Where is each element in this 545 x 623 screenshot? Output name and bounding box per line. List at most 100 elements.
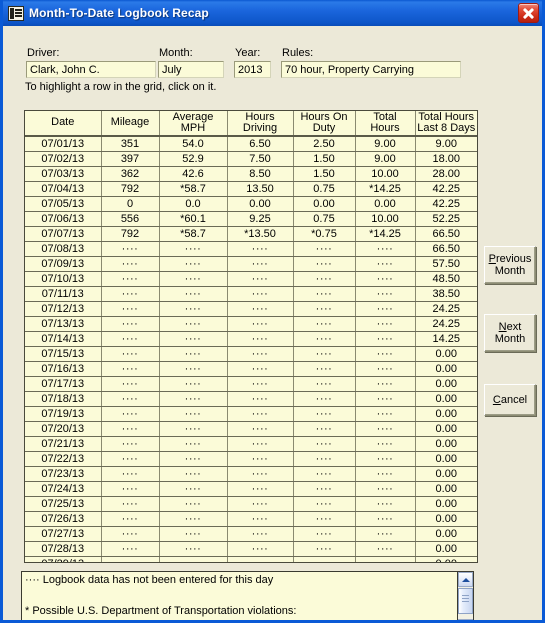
table-cell: ···· xyxy=(355,556,416,562)
table-row[interactable]: 07/03/13 362 42.6 8.50 1.50 10.00 28.00 xyxy=(25,166,477,182)
table-cell: ···· xyxy=(227,346,294,362)
table-cell: 66.50 xyxy=(415,241,477,257)
scroll-down-icon[interactable] xyxy=(458,619,473,620)
table-cell: 0.75 xyxy=(293,181,356,197)
table-cell: ···· xyxy=(355,391,416,407)
table-row[interactable]: 07/10/13 ···· ···· ···· ···· ···· 48.50 xyxy=(25,271,477,287)
table-row[interactable]: 07/14/13 ···· ···· ···· ···· ···· 14.25 xyxy=(25,331,477,347)
table-cell: ···· xyxy=(293,271,356,287)
table-cell: 1.50 xyxy=(293,151,356,167)
table-cell: ···· xyxy=(227,301,294,317)
table-row[interactable]: 07/01/13 351 54.0 6.50 2.50 9.00 9.00 xyxy=(25,136,477,152)
table-cell: ···· xyxy=(159,526,228,542)
table-cell: ···· xyxy=(159,301,228,317)
table-cell: ···· xyxy=(293,511,356,527)
month-label: Month: xyxy=(159,47,193,59)
table-cell: ···· xyxy=(101,511,160,527)
cancel-button[interactable]: Cancel xyxy=(484,384,536,416)
table-row[interactable]: 07/19/13 ···· ···· ···· ···· ···· 0.00 xyxy=(25,406,477,422)
table-cell: 42.25 xyxy=(415,196,477,212)
table-row[interactable]: 07/28/13 ···· ···· ···· ···· ···· 0.00 xyxy=(25,541,477,557)
table-cell: ···· xyxy=(227,241,294,257)
table-row[interactable]: 07/05/13 0 0.0 0.00 0.00 0.00 42.25 xyxy=(25,196,477,212)
table-cell: 07/18/13 xyxy=(25,391,102,407)
next-month-button[interactable]: Next Month xyxy=(484,314,536,352)
cancel-button-label: Cancel xyxy=(492,394,528,406)
table-cell: ···· xyxy=(101,271,160,287)
table-cell: ···· xyxy=(293,526,356,542)
table-cell: 07/25/13 xyxy=(25,496,102,512)
table-cell: ···· xyxy=(355,256,416,272)
notes-panel[interactable]: ···· Logbook data has not been entered f… xyxy=(21,571,474,620)
table-cell: 07/11/13 xyxy=(25,286,102,302)
table-row[interactable]: 07/02/13 397 52.9 7.50 1.50 9.00 18.00 xyxy=(25,151,477,167)
table-cell: ···· xyxy=(293,496,356,512)
table-cell: ···· xyxy=(159,256,228,272)
year-field[interactable]: 2013 xyxy=(234,61,271,78)
table-cell: ···· xyxy=(293,556,356,562)
logbook-icon xyxy=(8,5,24,21)
scroll-up-icon[interactable] xyxy=(458,572,473,587)
table-cell: ···· xyxy=(227,271,294,287)
table-row[interactable]: 07/27/13 ···· ···· ···· ···· ···· 0.00 xyxy=(25,526,477,542)
table-row[interactable]: 07/04/13 792 *58.7 13.50 0.75 *14.25 42.25 xyxy=(25,181,477,197)
table-row[interactable]: 07/09/13 ···· ···· ···· ···· ···· 57.50 xyxy=(25,256,477,272)
table-cell: ···· xyxy=(159,511,228,527)
table-cell: ···· xyxy=(227,316,294,332)
table-cell: 13.50 xyxy=(227,181,294,197)
table-cell: 0.00 xyxy=(415,496,477,512)
table-cell: 07/12/13 xyxy=(25,301,102,317)
dialog-client-area: Driver: Clark, John C. Month: July Year:… xyxy=(3,26,542,620)
table-cell: 28.00 xyxy=(415,166,477,182)
table-row[interactable]: 07/17/13 ···· ···· ···· ···· ···· 0.00 xyxy=(25,376,477,392)
table-row[interactable]: 07/11/13 ···· ···· ···· ···· ···· 38.50 xyxy=(25,286,477,302)
scrollbar-thumb[interactable] xyxy=(458,588,473,614)
table-row[interactable]: 07/26/13 ···· ···· ···· ···· ···· 0.00 xyxy=(25,511,477,527)
table-row[interactable]: 07/07/13 792 *58.7 *13.50 *0.75 *14.25 66.50 xyxy=(25,226,477,242)
table-cell: ···· xyxy=(293,376,356,392)
table-cell: 52.9 xyxy=(159,151,228,167)
table-row[interactable]: 07/18/13 ···· ···· ···· ···· ···· 0.00 xyxy=(25,391,477,407)
table-cell: 07/24/13 xyxy=(25,481,102,497)
driver-field[interactable]: Clark, John C. xyxy=(26,61,156,78)
table-cell: 0.00 xyxy=(415,466,477,482)
table-row[interactable]: 07/25/13 ···· ···· ···· ···· ···· 0.00 xyxy=(25,496,477,512)
previous-month-button[interactable]: Previous Month xyxy=(484,246,536,284)
rules-field[interactable]: 70 hour, Property Carrying xyxy=(281,61,461,78)
table-cell: 14.25 xyxy=(415,331,477,347)
table-row[interactable]: 07/06/13 556 *60.1 9.25 0.75 10.00 52.25 xyxy=(25,211,477,227)
table-cell: 07/19/13 xyxy=(25,406,102,422)
table-cell: ···· xyxy=(227,466,294,482)
table-row[interactable]: 07/21/13 ···· ···· ···· ···· ···· 0.00 xyxy=(25,436,477,452)
table-row[interactable]: 07/22/13 ···· ···· ···· ···· ···· 0.00 xyxy=(25,451,477,467)
table-cell: 07/09/13 xyxy=(25,256,102,272)
table-cell: 42.6 xyxy=(159,166,228,182)
table-row[interactable]: 07/15/13 ···· ···· ···· ···· ···· 0.00 xyxy=(25,346,477,362)
table-cell: 0.00 xyxy=(415,556,477,562)
table-cell: 0.00 xyxy=(415,391,477,407)
grid-body: 07/01/13 351 54.0 6.50 2.50 9.00 9.00 07/02/13 3… xyxy=(25,136,477,562)
table-row[interactable]: 07/20/13 ···· ···· ···· ···· ···· 0.00 xyxy=(25,421,477,437)
table-cell: ···· xyxy=(227,496,294,512)
table-cell: 0.00 xyxy=(293,196,356,212)
table-cell: ···· xyxy=(227,406,294,422)
table-cell: ···· xyxy=(355,406,416,422)
table-cell: 9.00 xyxy=(355,136,416,152)
table-cell: ···· xyxy=(293,541,356,557)
table-row[interactable]: 07/13/13 ···· ···· ···· ···· ···· 24.25 xyxy=(25,316,477,332)
table-row[interactable]: 07/24/13 ···· ···· ···· ···· ···· 0.00 xyxy=(25,481,477,497)
close-icon[interactable] xyxy=(518,3,539,23)
table-cell: ···· xyxy=(293,316,356,332)
table-row[interactable]: 07/12/13 ···· ···· ···· ···· ···· 24.25 xyxy=(25,301,477,317)
table-row[interactable]: 07/23/13 ···· ···· ···· ···· ···· 0.00 xyxy=(25,466,477,482)
table-cell: ···· xyxy=(159,271,228,287)
table-cell: 9.00 xyxy=(415,136,477,152)
table-row[interactable]: 07/29/13····················0.00 xyxy=(25,556,477,562)
table-row[interactable]: 07/08/13 ···· ···· ···· ···· ···· 66.50 xyxy=(25,241,477,257)
recap-grid[interactable]: Date Mileage Average MPH Hours Driving Hours O… xyxy=(24,110,478,563)
month-field[interactable]: July xyxy=(158,61,224,78)
table-cell: ···· xyxy=(101,526,160,542)
notes-scrollbar[interactable] xyxy=(457,572,473,620)
grid-column-header: Mileage xyxy=(101,111,160,137)
table-row[interactable]: 07/16/13 ···· ···· ···· ···· ···· 0.00 xyxy=(25,361,477,377)
